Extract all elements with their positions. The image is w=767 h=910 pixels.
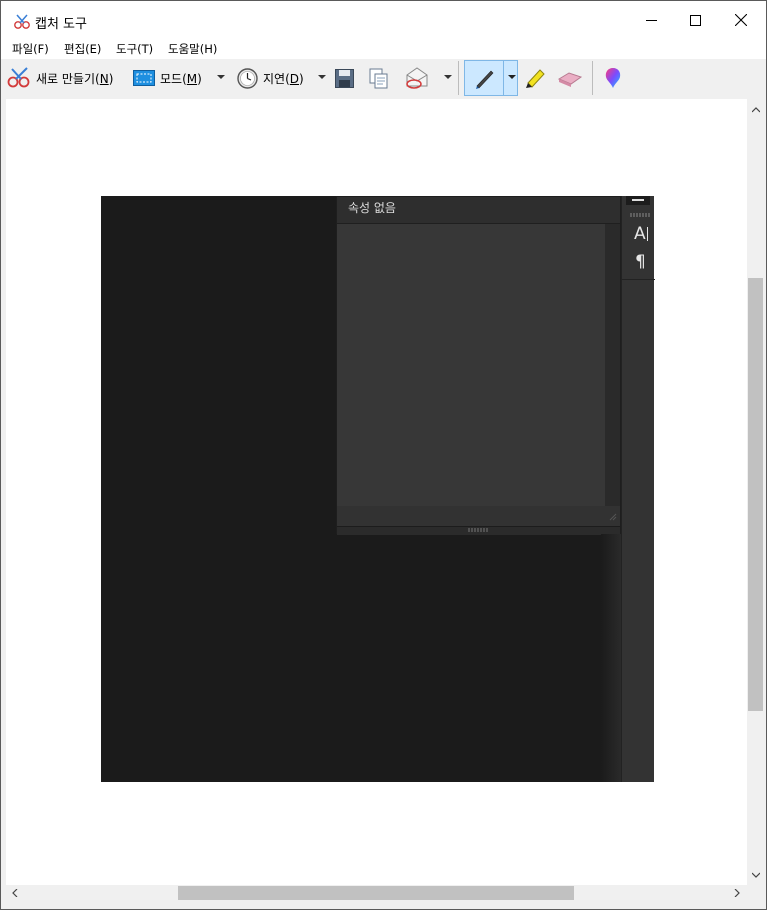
horizontal-scroll-thumb[interactable] <box>178 886 574 900</box>
toolbar-separator-2 <box>592 61 593 95</box>
mode-button[interactable]: 모드(M) <box>133 59 202 97</box>
vertical-scrollbar[interactable] <box>747 99 765 885</box>
panel-body <box>337 224 605 506</box>
mode-label: 모드(M) <box>160 71 202 86</box>
shadow-strip <box>601 534 621 782</box>
highlighter-icon <box>526 69 545 88</box>
text-cursor <box>647 227 648 241</box>
panel-footer <box>337 526 620 535</box>
scrollbar-corner <box>747 885 765 901</box>
minimize-icon <box>645 19 657 21</box>
toolbar-separator <box>458 61 459 95</box>
horizontal-scrollbar[interactable] <box>6 885 747 901</box>
new-snip-button[interactable]: 새로 만들기(N) <box>7 59 113 97</box>
menu-help[interactable]: 도움말(H) <box>168 41 217 57</box>
paint3d-icon <box>605 68 621 88</box>
right-tool-column: A ¶ <box>621 196 655 782</box>
eraser-button[interactable] <box>557 59 583 97</box>
panel-title: 속성 없음 <box>348 201 396 215</box>
close-button[interactable] <box>718 1 764 39</box>
send-snip-button[interactable] <box>405 59 431 97</box>
delay-dropdown-arrow[interactable] <box>318 75 326 79</box>
send-dropdown-arrow[interactable] <box>444 75 452 79</box>
capture-canvas[interactable]: 속성 없음 A ¶ <box>6 99 747 885</box>
maximize-icon <box>689 14 701 26</box>
delay-label: 지연(D) <box>263 71 304 86</box>
minimize-button[interactable] <box>628 1 674 39</box>
save-icon <box>335 68 354 88</box>
menu-tools[interactable]: 도구(T) <box>116 41 153 57</box>
eraser-icon <box>557 72 583 87</box>
maximize-button[interactable] <box>672 1 718 39</box>
resize-grip-icon <box>609 513 617 521</box>
panel-scrollbar <box>605 224 620 506</box>
delay-button[interactable]: 지연(D) <box>237 59 304 97</box>
clock-icon <box>237 67 258 89</box>
properties-panel: 속성 없음 <box>336 196 621 535</box>
scroll-right-icon[interactable] <box>734 889 740 897</box>
collapse-icon <box>632 199 644 201</box>
character-panel-icon: A <box>634 224 646 244</box>
captured-screenshot: 속성 없음 A ¶ <box>101 196 655 782</box>
close-icon <box>735 14 747 26</box>
panel-grip-icon <box>468 528 488 532</box>
scroll-left-icon[interactable] <box>12 889 18 897</box>
copy-button[interactable] <box>369 59 389 97</box>
copy-icon <box>369 68 388 88</box>
panel-header: 속성 없음 <box>337 197 620 224</box>
scroll-down-icon[interactable] <box>752 872 760 878</box>
paint3d-button[interactable] <box>604 59 622 97</box>
scroll-up-icon[interactable] <box>752 107 760 113</box>
toolbar: 새로 만들기(N) 모드(M) 지연(D) <box>1 59 766 99</box>
vertical-scroll-thumb[interactable] <box>748 278 763 711</box>
window-title: 캡처 도구 <box>35 17 87 32</box>
new-snip-label: 새로 만들기(N) <box>36 71 114 86</box>
pen-dropdown-arrow[interactable] <box>508 75 516 79</box>
pen-split-divider <box>503 61 504 95</box>
highlighter-button[interactable] <box>524 59 548 97</box>
title-bar: 캡처 도구 <box>1 1 766 39</box>
column-divider <box>622 279 655 280</box>
menu-edit[interactable]: 편집(E) <box>64 41 101 57</box>
menu-file[interactable]: 파일(F) <box>12 41 49 57</box>
collapse-tab <box>626 196 650 205</box>
rectangle-mode-icon <box>133 70 155 86</box>
new-snip-icon <box>7 67 30 88</box>
menu-bar: 파일(F) 편집(E) 도구(T) 도움말(H) <box>1 39 766 59</box>
snipping-tool-app-icon <box>14 14 30 29</box>
column-grip-icon <box>630 213 650 217</box>
pen-icon <box>476 70 494 89</box>
save-button[interactable] <box>335 59 354 97</box>
mode-dropdown-arrow[interactable] <box>217 75 225 79</box>
envelope-icon <box>406 67 428 89</box>
paragraph-panel-icon: ¶ <box>635 252 646 272</box>
snipping-tool-window: 캡처 도구 파일(F) 편집(E) 도구(T) 도움말(H) 새로 만들기(N) <box>0 0 767 910</box>
